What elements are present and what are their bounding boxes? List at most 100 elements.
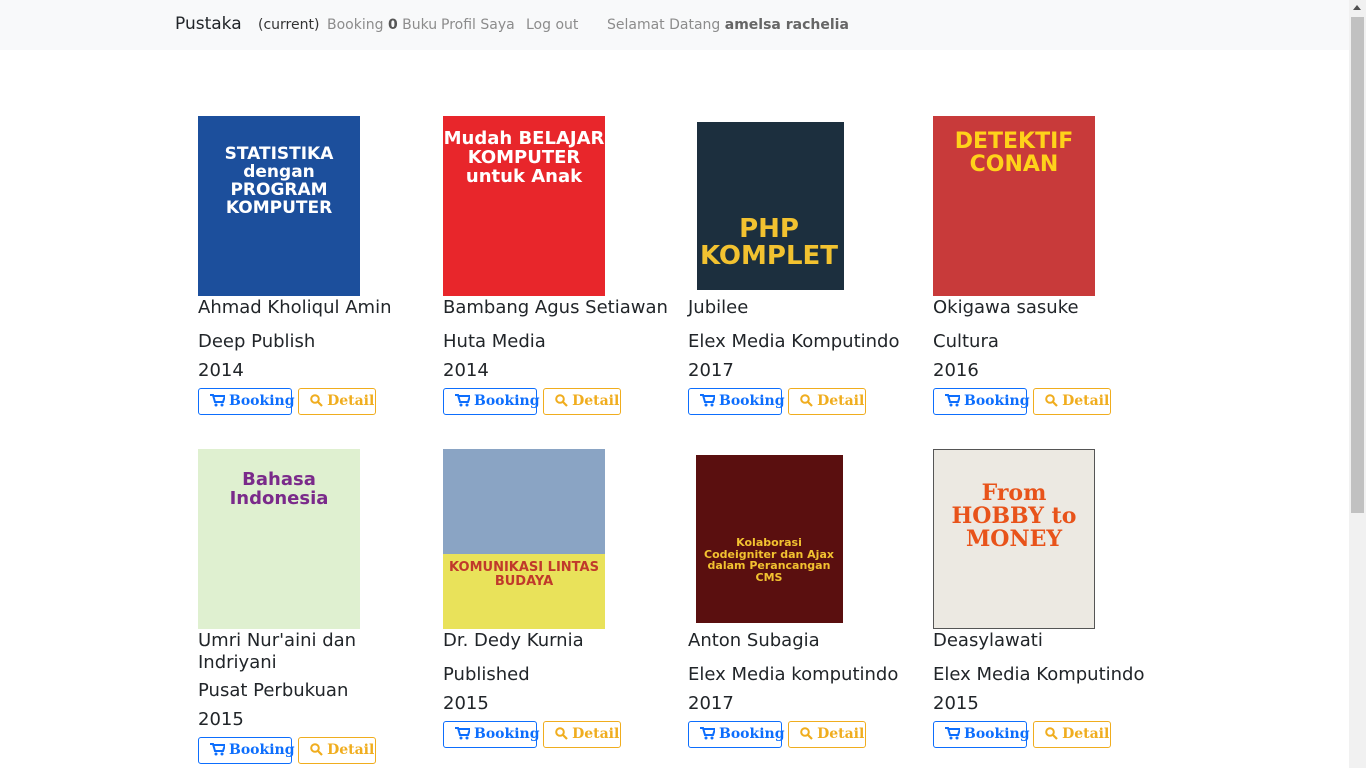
booking-button-label: Booking: [719, 393, 785, 409]
username: amelsa rachelia: [724, 17, 849, 33]
cart-icon: [700, 727, 717, 740]
nav-booking-label: Booking: [327, 17, 384, 33]
book-card: Kolaborasi Codeigniter dan Ajax dalam Pe…: [688, 449, 918, 748]
search-icon: [800, 394, 813, 407]
detail-button-label: Detail: [817, 726, 865, 742]
cart-icon: [700, 394, 717, 407]
detail-button[interactable]: Detail: [543, 721, 622, 748]
book-author: Jubilee: [688, 297, 749, 318]
detail-button[interactable]: Detail: [788, 388, 867, 415]
booking-button-label: Booking: [474, 726, 540, 742]
vertical-scrollbar[interactable]: [1349, 0, 1366, 768]
cart-icon: [210, 394, 227, 407]
detail-button-label: Detail: [327, 742, 375, 758]
book-year: 2015: [443, 693, 489, 714]
welcome-text: Selamat Datang amelsa rachelia: [607, 17, 849, 33]
detail-button[interactable]: Detail: [1033, 721, 1112, 748]
booking-button[interactable]: Booking: [933, 388, 1030, 415]
detail-button[interactable]: Detail: [298, 388, 377, 415]
book-cover[interactable]: DETEKTIF CONAN: [933, 116, 1095, 296]
nav-booking-link[interactable]: Booking 0 Buku: [327, 17, 437, 33]
nav-logout-link[interactable]: Log out: [526, 17, 578, 33]
search-icon: [555, 394, 568, 407]
book-cover[interactable]: Kolaborasi Codeigniter dan Ajax dalam Pe…: [688, 449, 850, 629]
book-publisher: Pusat Perbukuan: [198, 680, 349, 701]
book-card: KOMUNIKASI LINTAS BUDAYA Dr. Dedy Kurnia…: [443, 449, 673, 748]
book-year: 2015: [198, 709, 244, 730]
detail-button-label: Detail: [817, 393, 865, 409]
cover-title: PHP KOMPLET: [699, 214, 839, 272]
book-year: 2017: [688, 360, 734, 381]
search-icon: [1045, 394, 1058, 407]
book-publisher: Elex Media komputindo: [688, 664, 899, 685]
book-cover[interactable]: Bahasa Indonesia: [198, 449, 360, 629]
detail-button[interactable]: Detail: [788, 721, 867, 748]
brand-link[interactable]: Pustaka: [175, 14, 242, 34]
book-year: 2014: [443, 360, 489, 381]
book-card: Bahasa Indonesia Umri Nur'aini dan Indri…: [198, 449, 428, 764]
cover-title: KOMUNIKASI LINTAS BUDAYA: [449, 560, 599, 589]
book-author: Umri Nur'aini dan Indriyani: [198, 630, 357, 673]
book-cover[interactable]: STATISTIKA dengan PROGRAM KOMPUTER: [198, 116, 360, 296]
book-year: 2016: [933, 360, 979, 381]
search-icon: [1045, 727, 1058, 740]
search-icon: [555, 727, 568, 740]
book-card: STATISTIKA dengan PROGRAM KOMPUTER Ahmad…: [198, 116, 428, 415]
detail-button-label: Detail: [1062, 393, 1110, 409]
book-card: PHP KOMPLET Jubilee Elex Media Komputind…: [688, 116, 918, 415]
book-publisher: Deep Publish: [198, 331, 316, 352]
book-cover[interactable]: Mudah BELAJAR KOMPUTER untuk Anak: [443, 116, 605, 296]
nav-profil-link[interactable]: Profil Saya: [441, 17, 515, 33]
booking-button[interactable]: Booking: [198, 737, 295, 764]
booking-button-label: Booking: [474, 393, 540, 409]
detail-button-label: Detail: [572, 726, 620, 742]
detail-button-label: Detail: [1062, 726, 1110, 742]
detail-button[interactable]: Detail: [1033, 388, 1112, 415]
book-cover[interactable]: PHP KOMPLET: [688, 116, 850, 296]
cover-title: DETEKTIF CONAN: [954, 129, 1074, 178]
detail-button[interactable]: Detail: [298, 737, 377, 764]
detail-button-label: Detail: [327, 393, 375, 409]
book-year: 2017: [688, 693, 734, 714]
book-publisher: Elex Media Komputindo: [688, 331, 900, 352]
booking-button[interactable]: Booking: [443, 721, 540, 748]
booking-button[interactable]: Booking: [443, 388, 540, 415]
booking-button[interactable]: Booking: [933, 721, 1030, 748]
booking-button[interactable]: Booking: [688, 721, 785, 748]
book-cover[interactable]: From HOBBY to MONEY: [933, 449, 1095, 629]
booking-button-label: Booking: [229, 742, 295, 758]
search-icon: [310, 394, 323, 407]
book-publisher: Cultura: [933, 331, 999, 352]
scroll-up-arrow-icon[interactable]: [1353, 5, 1361, 10]
scrollbar-thumb[interactable]: [1351, 17, 1364, 513]
cover-title: Mudah BELAJAR KOMPUTER untuk Anak: [443, 128, 605, 187]
cover-title: Kolaborasi Codeigniter dan Ajax dalam Pe…: [704, 536, 834, 584]
welcome-prefix: Selamat Datang: [607, 17, 721, 33]
booking-button-label: Booking: [964, 393, 1030, 409]
navbar: Pustaka (current) Booking 0 Buku Profil …: [0, 0, 1349, 50]
cart-icon: [945, 394, 962, 407]
book-card: DETEKTIF CONAN Okigawa sasuke Cultura 20…: [933, 116, 1163, 415]
booking-button[interactable]: Booking: [688, 388, 785, 415]
book-author: Bambang Agus Setiawan: [443, 297, 668, 318]
booking-button[interactable]: Booking: [198, 388, 295, 415]
book-author: Deasylawati: [933, 630, 1043, 651]
detail-button[interactable]: Detail: [543, 388, 622, 415]
book-cover[interactable]: KOMUNIKASI LINTAS BUDAYA: [443, 449, 605, 629]
book-card: Mudah BELAJAR KOMPUTER untuk Anak Bamban…: [443, 116, 673, 415]
book-author: Anton Subagia: [688, 630, 820, 651]
search-icon: [800, 727, 813, 740]
cart-icon: [210, 743, 227, 756]
book-year: 2015: [933, 693, 979, 714]
book-author: Dr. Dedy Kurnia: [443, 630, 584, 651]
booking-button-label: Booking: [229, 393, 295, 409]
booking-count: 0: [387, 17, 398, 33]
cart-icon: [455, 394, 472, 407]
detail-button-label: Detail: [572, 393, 620, 409]
book-year: 2014: [198, 360, 244, 381]
cover-title: From HOBBY to MONEY: [951, 480, 1077, 553]
book-author: Ahmad Kholiqul Amin: [198, 297, 392, 318]
cover-title: STATISTIKA dengan PROGRAM KOMPUTER: [224, 144, 334, 218]
current-label: (current): [258, 17, 320, 33]
book-author: Okigawa sasuke: [933, 297, 1079, 318]
